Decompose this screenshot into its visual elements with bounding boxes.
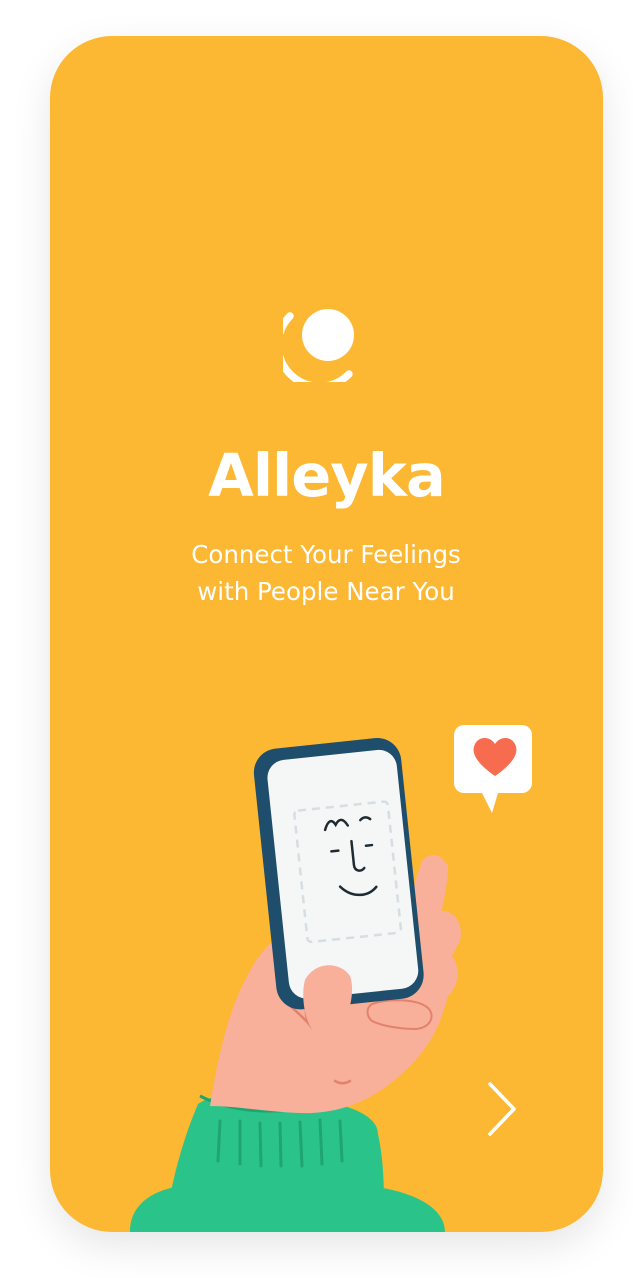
app-screen: Alleyka Connect Your Feelings with Peopl… (50, 36, 603, 1232)
sleeve (130, 1093, 445, 1232)
chevron-right-icon[interactable] (478, 1076, 528, 1140)
heart-bubble-icon (454, 725, 532, 813)
page: Alleyka Connect Your Feelings with Peopl… (0, 0, 633, 1278)
hand-phone-illustration (130, 725, 532, 1232)
